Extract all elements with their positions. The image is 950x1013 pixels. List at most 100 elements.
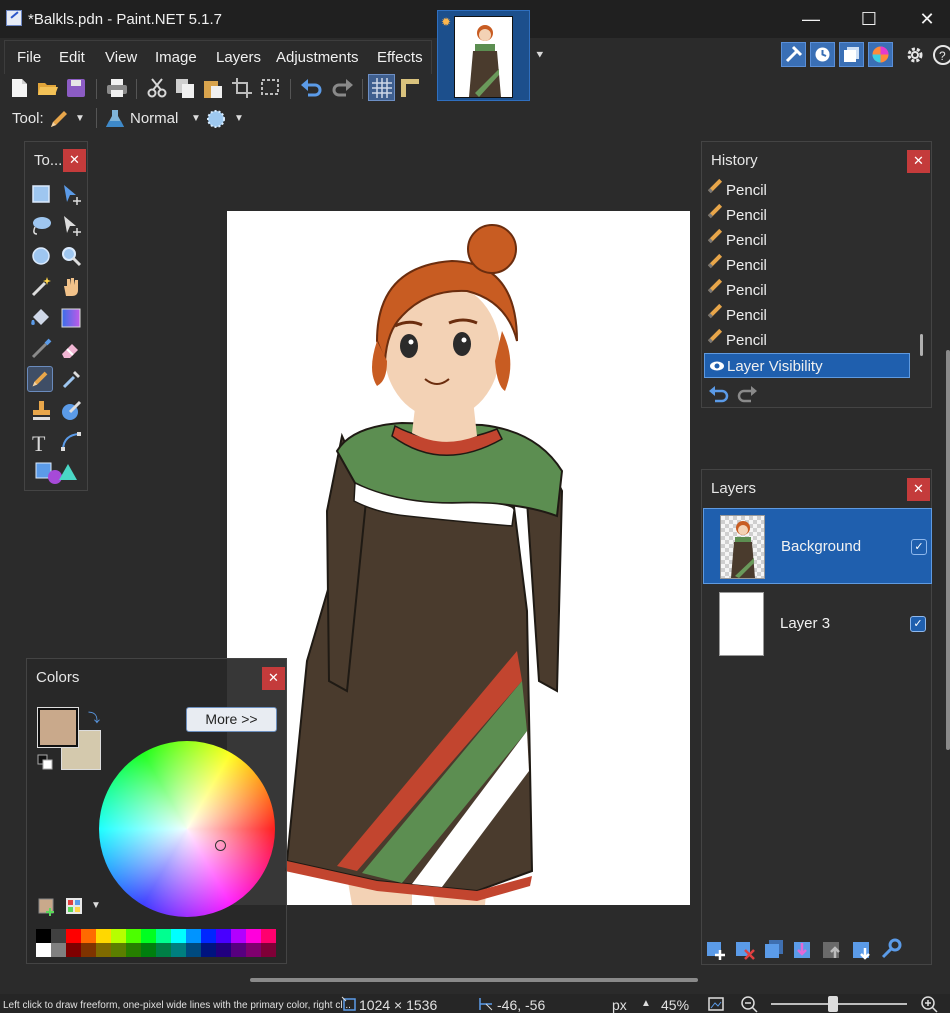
color-wheel[interactable] — [99, 741, 275, 917]
history-item[interactable]: Pencil — [704, 203, 910, 228]
add-layer-icon[interactable] — [705, 938, 727, 960]
rectangle-select-icon[interactable] — [28, 181, 54, 207]
history-item[interactable]: Pencil — [704, 278, 910, 303]
zoom-slider-thumb[interactable] — [828, 996, 838, 1012]
layer-visibility-checkbox[interactable]: ✓ — [911, 539, 927, 555]
clone-stamp-icon[interactable] — [28, 398, 54, 424]
tools-panel-close-button[interactable]: ✕ — [63, 149, 86, 172]
new-icon[interactable] — [8, 77, 32, 99]
text-icon[interactable]: T — [28, 429, 54, 455]
maximize-button[interactable]: ☐ — [840, 0, 898, 38]
merge-layer-down-icon[interactable] — [792, 938, 814, 960]
antialiasing-dropdown-arrow-icon[interactable]: ▼ — [234, 113, 244, 124]
history-item[interactable]: Pencil — [704, 228, 910, 253]
menu-adjustments[interactable]: Adjustments — [276, 49, 359, 66]
zoom-slider-track[interactable] — [771, 1003, 907, 1005]
cut-icon[interactable] — [145, 77, 169, 99]
crop-icon[interactable] — [231, 77, 255, 99]
palette-dropdown-arrow-icon[interactable]: ▼ — [91, 900, 101, 911]
color-palette[interactable] — [36, 929, 277, 957]
layer-row-background[interactable]: Background ✓ — [703, 508, 932, 584]
zoom-icon[interactable] — [58, 243, 84, 269]
blend-mode-icon[interactable] — [104, 108, 126, 130]
copy-icon[interactable] — [173, 77, 197, 99]
deselect-icon[interactable] — [259, 77, 283, 99]
history-item[interactable]: Pencil — [704, 328, 910, 353]
magic-wand-icon[interactable] — [28, 274, 54, 300]
history-item[interactable]: Pencil — [704, 178, 910, 203]
history-undo-icon[interactable] — [708, 384, 730, 404]
eraser-icon[interactable] — [58, 336, 84, 362]
minimize-button[interactable]: — — [782, 0, 840, 38]
history-redo-icon[interactable] — [736, 384, 758, 404]
units-dropdown-icon[interactable]: ▲ — [641, 998, 651, 1009]
history-item[interactable]: Pencil — [704, 303, 910, 328]
colors-panel-close-button[interactable]: ✕ — [262, 667, 285, 690]
tab-list-arrow-icon[interactable]: ⯆ — [535, 48, 545, 63]
delete-layer-icon[interactable] — [734, 938, 756, 960]
pencil-tool-icon[interactable] — [48, 108, 70, 130]
history-item[interactable]: Pencil — [704, 253, 910, 278]
paint-bucket-icon[interactable] — [28, 305, 54, 331]
colors-window-icon[interactable] — [868, 42, 893, 67]
grid-icon[interactable] — [370, 77, 394, 99]
add-to-palette-icon[interactable] — [37, 896, 57, 916]
horizontal-scrollbar[interactable] — [250, 978, 698, 982]
menu-image[interactable]: Image — [155, 49, 197, 66]
redo-icon[interactable] — [330, 77, 354, 99]
move-selected-icon[interactable] — [58, 181, 84, 207]
blend-dropdown-arrow-icon[interactable]: ▼ — [191, 113, 201, 124]
layer-row-layer-3[interactable]: Layer 3 ✓ — [703, 586, 932, 662]
print-icon[interactable] — [105, 77, 129, 99]
vertical-scrollbar[interactable] — [946, 350, 950, 750]
recolor-icon[interactable] — [58, 398, 84, 424]
menu-layers[interactable]: Layers — [216, 49, 261, 66]
image-canvas[interactable] — [227, 211, 690, 905]
line-curve-icon[interactable] — [58, 429, 84, 455]
history-window-icon[interactable] — [810, 42, 835, 67]
move-selection-icon[interactable] — [58, 212, 84, 238]
open-icon[interactable] — [36, 77, 60, 99]
layers-window-icon[interactable] — [839, 42, 864, 67]
gradient-icon[interactable] — [58, 305, 84, 331]
history-scrollbar[interactable] — [920, 334, 923, 356]
pan-icon[interactable] — [58, 274, 84, 300]
primary-color-swatch[interactable] — [37, 707, 79, 748]
help-icon[interactable]: ? — [932, 44, 950, 66]
history-item-selected[interactable]: Layer Visibility — [704, 353, 910, 378]
tools-window-icon[interactable] — [781, 42, 806, 67]
undo-icon[interactable] — [300, 77, 324, 99]
menu-view[interactable]: View — [105, 49, 137, 66]
menu-file[interactable]: File — [17, 49, 41, 66]
history-panel-close-button[interactable]: ✕ — [907, 150, 930, 173]
paintbrush-icon[interactable] — [28, 336, 54, 362]
more-colors-button[interactable]: More >> — [186, 707, 277, 732]
duplicate-layer-icon[interactable] — [763, 938, 785, 960]
paste-icon[interactable] — [201, 77, 225, 99]
tool-dropdown-arrow-icon[interactable]: ▼ — [75, 113, 85, 124]
swap-colors-icon[interactable]: ⤵ — [88, 709, 100, 726]
zoom-level[interactable]: 45% — [661, 997, 689, 1013]
move-layer-down-icon[interactable] — [851, 938, 873, 960]
save-icon[interactable] — [64, 77, 88, 99]
zoom-to-window-icon[interactable] — [707, 996, 725, 1012]
layer-properties-icon[interactable] — [880, 938, 902, 960]
shapes-icon[interactable] — [33, 460, 79, 486]
settings-icon[interactable] — [904, 44, 926, 66]
lasso-select-icon[interactable] — [28, 212, 54, 238]
zoom-in-icon[interactable] — [920, 995, 940, 1013]
move-layer-up-icon[interactable] — [821, 938, 843, 960]
ellipse-select-icon[interactable] — [28, 243, 54, 269]
menu-edit[interactable]: Edit — [59, 49, 85, 66]
color-wheel-marker[interactable] — [215, 840, 226, 851]
ruler-icon[interactable] — [399, 77, 423, 99]
layers-panel-close-button[interactable]: ✕ — [907, 478, 930, 501]
layer-visibility-checkbox[interactable]: ✓ — [910, 616, 926, 632]
reset-colors-icon[interactable] — [37, 754, 53, 770]
antialiasing-icon[interactable] — [205, 108, 227, 130]
zoom-out-icon[interactable] — [740, 995, 760, 1013]
blend-mode-label[interactable]: Normal — [130, 110, 178, 127]
palette-menu-icon[interactable] — [64, 896, 84, 916]
pencil-icon[interactable] — [27, 366, 53, 392]
color-picker-icon[interactable] — [58, 367, 84, 393]
